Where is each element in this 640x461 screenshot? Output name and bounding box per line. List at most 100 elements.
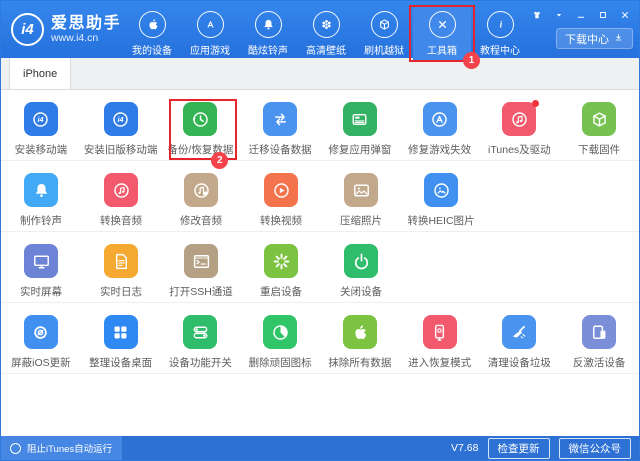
nav-flash-jailbreak[interactable]: 刷机越狱 [355,6,413,62]
tool-migrate-device-data[interactable]: 迁移设备数据 [240,90,320,160]
check-update-button[interactable]: 检查更新 [488,438,550,459]
nav-toolbox[interactable]: 工具箱1 [413,6,471,62]
tool-edit-audio[interactable]: 修改音频 [161,161,241,231]
radio-circle-icon [10,443,21,454]
download-center-button[interactable]: 下载中心 [556,28,633,49]
tool-open-ssh-tunnel[interactable]: 打开SSH通道 [161,232,241,302]
main-nav: 我的设备应用游戏酷炫铃声高清壁纸刷机越狱工具箱1i教程中心 [123,1,529,58]
tool-reboot-device[interactable]: 重启设备 [241,232,321,302]
toggles-icon [183,315,217,349]
svg-text:i4: i4 [38,116,44,124]
tool-enter-recovery-mode[interactable]: 进入恢复模式 [400,303,480,373]
tool-label: 下载固件 [559,142,639,157]
nav-wallpapers[interactable]: 高清壁纸 [297,6,355,62]
nav-tutorial-center[interactable]: i 教程中心 [471,6,529,62]
power-icon [344,244,378,278]
maximize-icon[interactable] [596,8,609,21]
nav-label: 教程中心 [480,42,520,57]
download-icon [613,32,624,46]
tool-make-ringtone[interactable]: 制作铃声 [1,161,81,231]
tab-bar: iPhone [1,58,639,90]
nav-label: 工具箱 [427,42,457,57]
tool-realtime-screen[interactable]: 实时屏幕 [1,232,81,302]
tool-label: 进入恢复模式 [400,355,480,370]
block-itunes-toggle[interactable]: 阻止iTunes自动运行 [1,436,122,460]
window-controls [530,8,631,21]
i4-icon: i4 [104,102,138,136]
tool-organize-desktop[interactable]: 整理设备桌面 [81,303,161,373]
tablet-icon [582,315,616,349]
app-url: www.i4.cn [51,32,121,44]
itunes-icon [502,102,536,136]
info-icon: i [487,11,514,38]
appstore-check-icon [423,102,457,136]
step-badge: 1 [463,52,480,69]
grid-icon [104,315,138,349]
tool-block-ios-update[interactable]: 屏蔽iOS更新 [1,303,81,373]
nav-label: 我的设备 [132,42,172,57]
tool-fix-app-popup[interactable]: 修复应用弹窗 [320,90,400,160]
tool-realtime-log[interactable]: 实时日志 [81,232,161,302]
tool-fix-game-invalid[interactable]: 修复游戏失效 [400,90,480,160]
wallpaper-icon [313,11,340,38]
tool-itunes-and-driver[interactable]: iTunes及驱动 [480,90,560,160]
menu-caret-icon[interactable] [552,8,565,21]
bell-icon [255,11,282,38]
tool-label: 关闭设备 [321,284,401,299]
tool-install-mobile-app[interactable]: i4 安装移动端 [1,90,81,160]
nav-apps-games[interactable]: 应用游戏 [181,6,239,62]
appstore-icon [197,11,224,38]
i4-icon: i4 [24,102,58,136]
toolbox-icon [429,11,456,38]
minimize-icon[interactable] [574,8,587,21]
tool-label: 修复游戏失效 [400,142,480,157]
tool-delete-stubborn-icons[interactable]: 删除顽固图标 [240,303,320,373]
appleid-card-icon [343,102,377,136]
app-logo: i4 爱思助手 www.i4.cn [1,1,121,58]
tool-install-old-mobile-app[interactable]: i4 安装旧版移动端 [81,90,161,160]
tool-device-feature-switch[interactable]: 设备功能开关 [161,303,241,373]
tool-backup-restore-data[interactable]: 备份/恢复数据2 [161,90,241,160]
svg-text:i: i [499,20,502,30]
tool-download-firmware[interactable]: 下载固件 [559,90,639,160]
tool-label: 安装旧版移动端 [81,142,161,157]
photo-icon [344,173,378,207]
tool-label: 屏蔽iOS更新 [1,355,81,370]
tool-label: 清理设备垃圾 [480,355,560,370]
jailbreak-icon [371,11,398,38]
tool-label: 实时日志 [81,284,161,299]
tool-label: iTunes及驱动 [480,142,560,157]
close-icon[interactable] [618,8,631,21]
tool-convert-video[interactable]: 转换视频 [241,161,321,231]
tool-label: 转换音频 [81,213,161,228]
tool-label: 反激活设备 [559,355,639,370]
tool-compress-photos[interactable]: 压缩照片 [321,161,401,231]
logo-text: 爱思助手 www.i4.cn [51,15,121,44]
tools-row: 实时屏幕实时日志打开SSH通道重启设备关闭设备 [1,232,639,303]
nav-my-devices[interactable]: 我的设备 [123,6,181,62]
tool-label: 安装移动端 [1,142,81,157]
time-machine-icon [183,102,217,136]
app-title: 爱思助手 [51,15,121,32]
tool-erase-all-data[interactable]: 抹除所有数据 [320,303,400,373]
wechat-account-button[interactable]: 微信公众号 [559,438,632,459]
tool-label: 实时屏幕 [1,284,81,299]
music-note-icon [104,173,138,207]
tool-shutdown-device[interactable]: 关闭设备 [321,232,401,302]
tab-iphone[interactable]: iPhone [9,58,71,89]
tool-convert-audio[interactable]: 转换音频 [81,161,161,231]
tool-deactivate-device[interactable]: 反激活设备 [559,303,639,373]
apple-icon [139,11,166,38]
shirt-icon[interactable] [530,8,543,21]
tools-row: i4 安装移动端 i4 安装旧版移动端备份/恢复数据2迁移设备数据修复应用弹窗修复游戏… [1,90,639,161]
nav-label: 应用游戏 [190,42,230,57]
nav-ringtones[interactable]: 酷炫铃声 [239,6,297,62]
tool-clean-device-junk[interactable]: 清理设备垃圾 [480,303,560,373]
tools-row: 制作铃声转换音频修改音频转换视频压缩照片转换HEIC图片 [1,161,639,232]
tool-label: 整理设备桌面 [81,355,161,370]
music-edit-icon [184,173,218,207]
tool-convert-heic[interactable]: 转换HEIC图片 [401,161,481,231]
apple-icon [343,315,377,349]
tool-label: 重启设备 [241,284,321,299]
restart-icon [264,244,298,278]
